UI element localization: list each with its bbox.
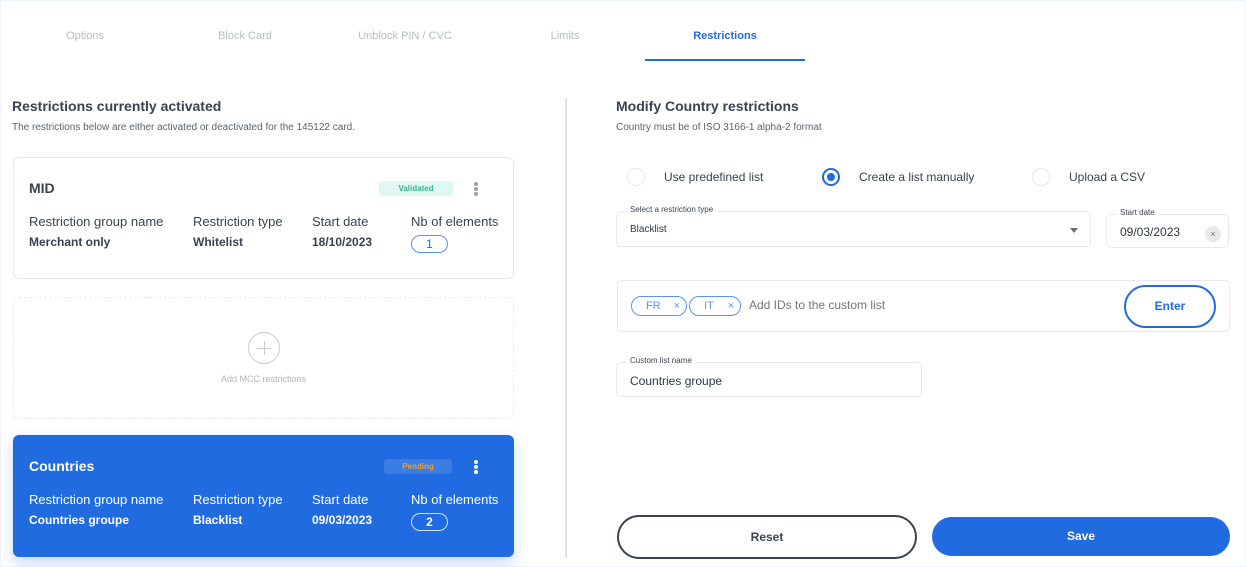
more-options-icon[interactable] — [469, 180, 483, 198]
start-date-value: 09/03/2023 — [312, 513, 373, 527]
elements-label: Nb of elements — [411, 214, 499, 229]
modify-title: Modify Country restrictions — [616, 98, 799, 114]
remove-chip-icon[interactable]: × — [674, 297, 680, 315]
restriction-type-value: Whitelist — [193, 235, 243, 249]
modify-subtitle: Country must be of ISO 3166-1 alpha-2 fo… — [616, 122, 822, 133]
restriction-type-column: Restriction type Whitelist — [193, 214, 283, 249]
more-options-icon[interactable] — [469, 458, 483, 476]
elements-label: Nb of elements — [411, 492, 499, 507]
custom-list-name-field[interactable]: Custom list name Countries groupe — [616, 356, 922, 397]
radio-checked-icon — [822, 168, 840, 186]
clear-date-icon[interactable]: × — [1205, 226, 1221, 242]
start-date-value: 18/10/2023 — [312, 235, 373, 249]
panel-divider — [565, 98, 567, 558]
group-name-label: Restriction group name — [29, 492, 164, 507]
restriction-type-select[interactable]: Select a restriction type Blacklist — [616, 205, 1091, 247]
start-date-field[interactable]: Start date 09/03/2023 × — [1106, 208, 1229, 248]
remove-chip-icon[interactable]: × — [728, 297, 734, 315]
group-name-value: Merchant only — [29, 235, 111, 249]
restriction-type-label: Restriction type — [193, 492, 283, 507]
dropdown-arrow-icon — [1070, 228, 1078, 233]
card-title: Countries — [29, 458, 95, 474]
add-mcc-label: Add MCC restrictions — [220, 374, 307, 384]
page: Options Block Card Unblock PIN / CVC Lim… — [1, 1, 1245, 566]
field-label: Start date — [1116, 208, 1159, 217]
restriction-type-value: Blacklist — [193, 513, 243, 527]
restriction-card-countries[interactable]: Countries Pending Restriction group name… — [13, 435, 514, 557]
radio-label: Use predefined list — [664, 170, 764, 184]
start-date-label: Start date — [312, 214, 369, 229]
status-badge: Pending — [384, 459, 452, 474]
chip-it: IT × — [689, 296, 741, 316]
custom-ids-input-box[interactable]: FR × IT × Enter — [617, 280, 1230, 332]
add-ids-input[interactable] — [749, 298, 1109, 312]
radio-create-list-manually[interactable]: Create a list manually — [822, 168, 974, 186]
start-date-column: Start date 09/03/2023 — [312, 492, 372, 527]
save-button[interactable]: Save — [932, 517, 1230, 556]
restriction-card-mid[interactable]: MID Validated Restriction group name Mer… — [13, 157, 514, 279]
reset-button[interactable]: Reset — [617, 515, 917, 559]
group-name-column: Restriction group name Merchant only — [29, 214, 163, 249]
tab-restrictions[interactable]: Restrictions — [645, 1, 805, 61]
tab-options[interactable]: Options — [5, 1, 165, 61]
elements-column: Nb of elements 1 — [411, 214, 498, 253]
start-date-label: Start date — [312, 492, 369, 507]
custom-list-name-value: Countries groupe — [630, 374, 723, 388]
select-value: Blacklist — [630, 224, 667, 235]
group-name-column: Restriction group name Countries groupe — [29, 492, 163, 527]
field-label: Select a restriction type — [626, 205, 718, 214]
tab-limits[interactable]: Limits — [485, 1, 645, 61]
add-mcc-restrictions-button[interactable]: Add MCC restrictions — [13, 297, 514, 419]
elements-count: 1 — [411, 235, 448, 253]
status-badge: Validated — [379, 181, 453, 196]
tab-unblock-pin-cvc[interactable]: Unblock PIN / CVC — [325, 1, 485, 61]
date-value: 09/03/2023 — [1120, 225, 1181, 239]
tab-block-card[interactable]: Block Card — [165, 1, 325, 61]
card-title: MID — [29, 180, 55, 196]
group-name-value: Countries groupe — [29, 513, 130, 527]
elements-count: 2 — [411, 513, 448, 531]
radio-icon — [627, 168, 645, 186]
chip-label: IT — [704, 300, 714, 312]
start-date-column: Start date 18/10/2023 — [312, 214, 372, 249]
field-label: Custom list name — [626, 356, 696, 365]
radio-upload-csv[interactable]: Upload a CSV — [1032, 168, 1145, 186]
radio-label: Create a list manually — [859, 170, 975, 184]
group-name-label: Restriction group name — [29, 214, 164, 229]
restrictions-subtitle: The restrictions below are either activa… — [12, 122, 355, 133]
tab-bar: Options Block Card Unblock PIN / CVC Lim… — [1, 1, 831, 61]
restriction-type-column: Restriction type Blacklist — [193, 492, 283, 527]
elements-column: Nb of elements 2 — [411, 492, 498, 531]
radio-icon — [1032, 168, 1050, 186]
radio-label: Upload a CSV — [1069, 170, 1146, 184]
radio-use-predefined-list[interactable]: Use predefined list — [627, 168, 763, 186]
chip-label: FR — [646, 300, 661, 312]
plus-icon — [248, 332, 280, 364]
restriction-type-label: Restriction type — [193, 214, 283, 229]
restrictions-title: Restrictions currently activated — [12, 98, 222, 114]
chip-fr: FR × — [631, 296, 687, 316]
enter-button[interactable]: Enter — [1124, 285, 1216, 328]
